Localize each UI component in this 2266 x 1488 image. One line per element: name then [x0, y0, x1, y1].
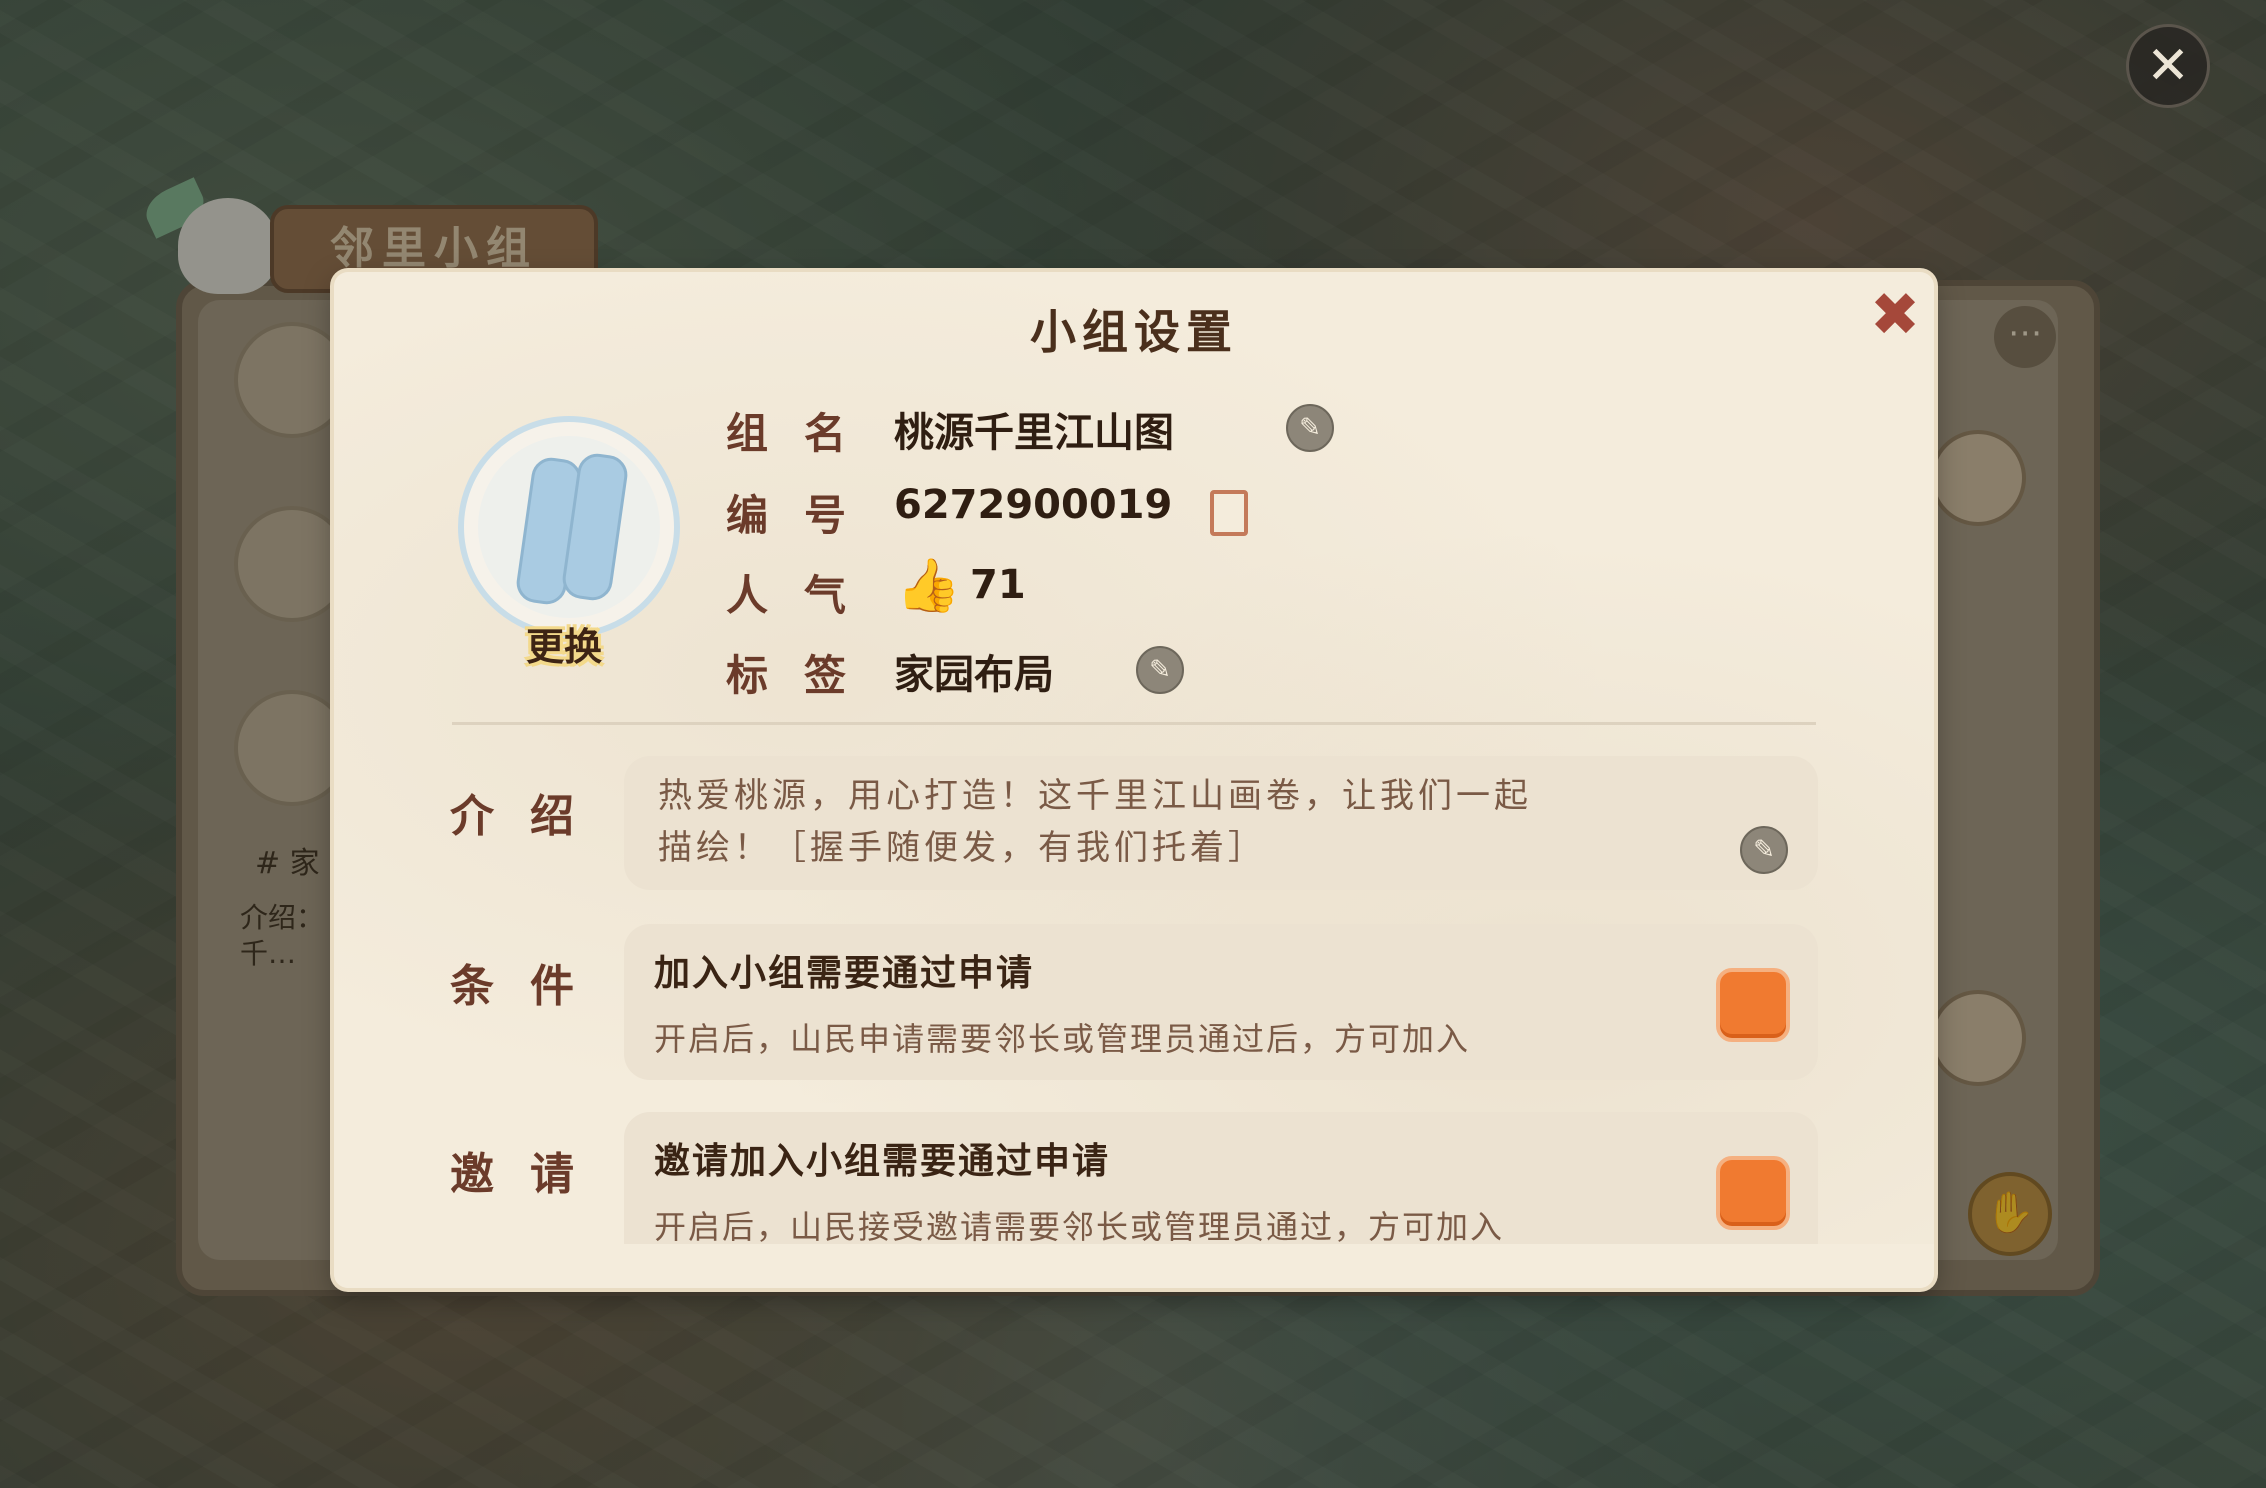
- name-label: 组名: [726, 409, 883, 458]
- popularity-value: 71: [970, 562, 1026, 608]
- popularity-label: 人气: [726, 571, 883, 620]
- copy-icon[interactable]: [1210, 490, 1248, 536]
- dialog-title: 小组设置: [1030, 305, 1238, 359]
- intro-label: 介绍: [450, 791, 610, 842]
- scroll-icon: [478, 436, 660, 618]
- tag-label: 标签: [726, 651, 883, 700]
- pencil-icon[interactable]: ✎: [1286, 404, 1334, 452]
- change-avatar-button[interactable]: 更换: [504, 616, 624, 671]
- group-settings-dialog: 小组设置 ✖ 更换 组名 桃源千里江山图 ✎ 编号 6272900019 人气 …: [334, 272, 1934, 1288]
- invite-toggle[interactable]: [1716, 1156, 1790, 1230]
- thumbs-up-icon: 👍: [896, 556, 961, 616]
- condition-title: 加入小组需要通过申请: [654, 953, 1035, 994]
- pencil-icon[interactable]: ✎: [1740, 826, 1788, 874]
- group-avatar[interactable]: [458, 416, 680, 638]
- divider: [452, 722, 1816, 725]
- close-icon[interactable]: ✖: [1866, 285, 1924, 345]
- scroll-mask: [334, 1244, 1934, 1288]
- tag-value: 家园布局: [894, 652, 1054, 698]
- close-icon[interactable]: ✕: [2126, 24, 2210, 108]
- pencil-icon[interactable]: ✎: [1136, 646, 1184, 694]
- id-label: 编号: [726, 491, 883, 540]
- invite-label: 邀请: [450, 1149, 610, 1200]
- condition-desc: 开启后，山民申请需要邻长或管理员通过后，方可加入: [654, 1020, 1471, 1058]
- intro-card[interactable]: 热爱桃源，用心打造！这千里江山画卷，让我们一起 描绘！［握手随便发，有我们托着］…: [624, 756, 1818, 890]
- condition-toggle[interactable]: [1716, 968, 1790, 1042]
- invite-desc: 开启后，山民接受邀请需要邻长或管理员通过，方可加入: [654, 1208, 1505, 1246]
- condition-card: 加入小组需要通过申请 开启后，山民申请需要邻长或管理员通过后，方可加入: [624, 924, 1818, 1080]
- invite-title: 邀请加入小组需要通过申请: [654, 1141, 1111, 1182]
- intro-text: 热爱桃源，用心打造！这千里江山画卷，让我们一起 描绘！［握手随便发，有我们托着］: [658, 776, 1532, 868]
- condition-label: 条件: [450, 961, 610, 1012]
- group-id-value: 6272900019: [894, 482, 1173, 528]
- group-name-value: 桃源千里江山图: [894, 410, 1174, 456]
